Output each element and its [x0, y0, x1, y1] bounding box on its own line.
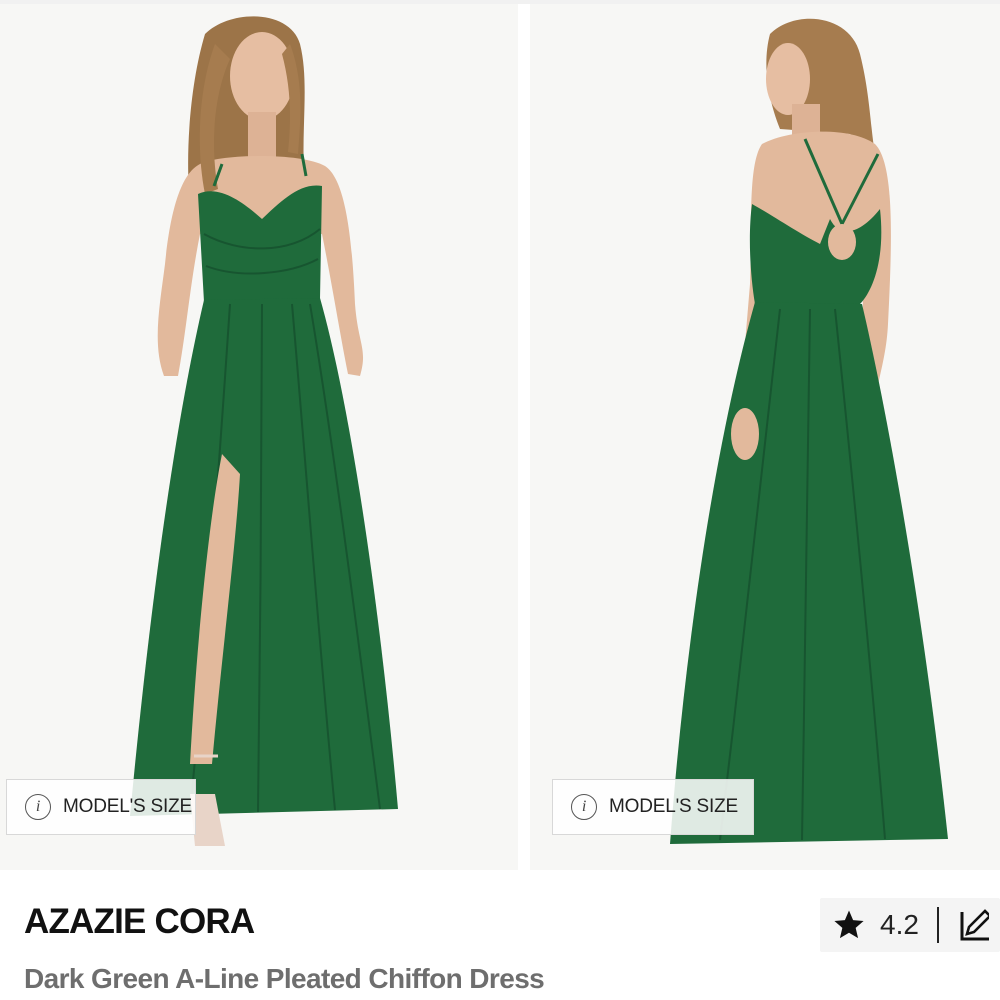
product-photo-front[interactable]: i MODEL'S SIZE [0, 4, 518, 870]
model-size-label: MODEL'S SIZE [609, 796, 738, 817]
product-gallery: i MODEL'S SIZE i MODEL'S SIZE [0, 4, 1000, 870]
product-photo-back[interactable]: i MODEL'S SIZE [530, 4, 1000, 870]
model-size-label: MODEL'S SIZE [63, 796, 192, 817]
product-brand-title: AZAZIE CORA [24, 902, 255, 941]
model-size-badge-front[interactable]: i MODEL'S SIZE [6, 779, 196, 835]
edit-icon[interactable] [959, 908, 989, 942]
model-size-badge-back[interactable]: i MODEL'S SIZE [552, 779, 754, 835]
front-model-illustration [130, 16, 398, 846]
rating-divider [936, 907, 939, 943]
back-model-illustration [670, 18, 948, 844]
info-icon: i [25, 794, 51, 820]
info-icon: i [571, 794, 597, 820]
rating-widget[interactable]: 4.2 [820, 898, 1000, 952]
rating-value: 4.2 [880, 909, 919, 940]
product-name: Dark Green A-Line Pleated Chiffon Dress [24, 963, 545, 994]
star-icon [834, 910, 864, 939]
